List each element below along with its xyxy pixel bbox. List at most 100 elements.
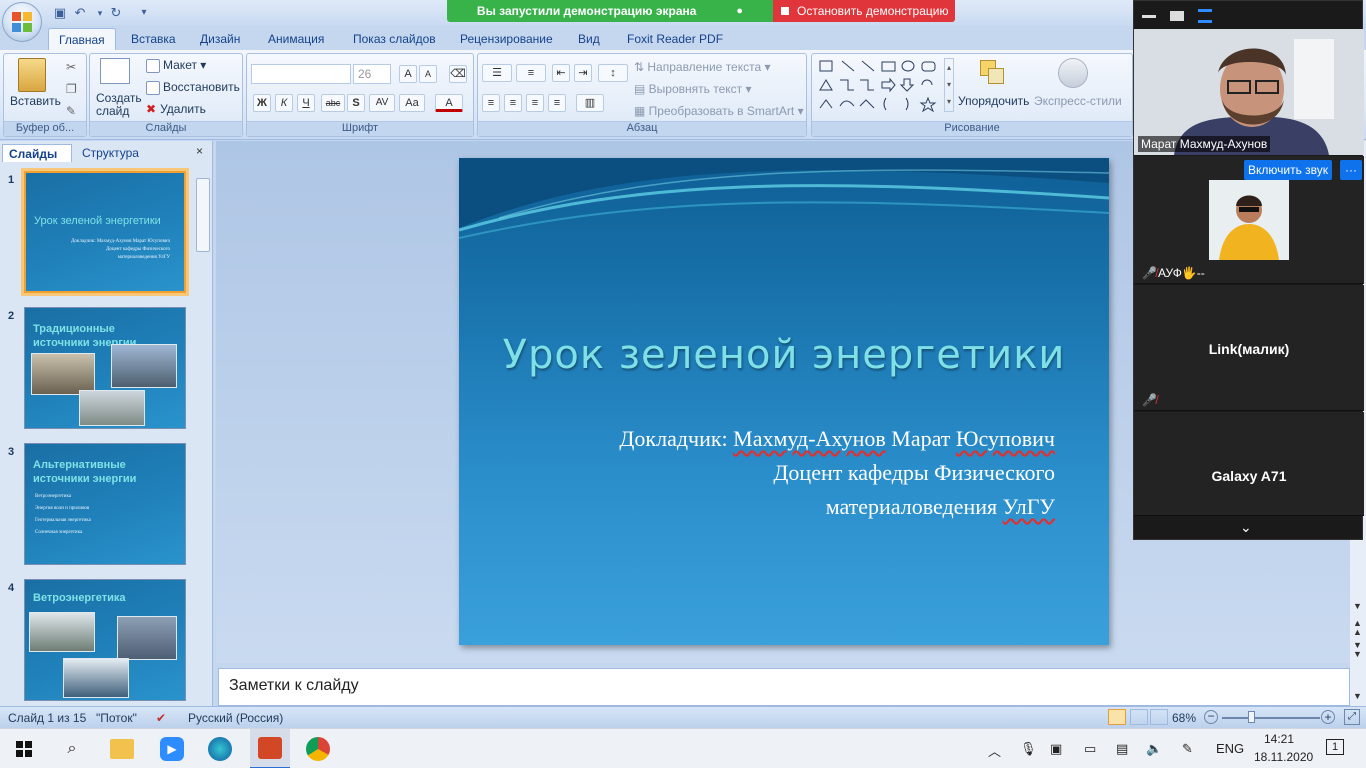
tab-view[interactable]: Вид: [568, 28, 610, 50]
network-icon[interactable]: ▤: [1116, 741, 1128, 757]
slide-notes[interactable]: Заметки к слайду: [218, 668, 1350, 706]
save-icon[interactable]: ▣: [52, 5, 68, 21]
windows-start-icon[interactable]: [12, 737, 36, 761]
slide-thumbnail-4[interactable]: Ветроэнергетика: [24, 579, 186, 701]
chevron-down-icon[interactable]: ⌄: [1240, 519, 1252, 536]
quick-styles-button[interactable]: Экспресс-стили: [1034, 94, 1122, 108]
battery-icon[interactable]: ▭: [1084, 741, 1096, 757]
decrease-indent-icon[interactable]: ⇤: [552, 64, 570, 82]
paste-icon[interactable]: [18, 58, 46, 92]
tab-review[interactable]: Рецензирование: [450, 28, 563, 50]
undo-dropdown-icon[interactable]: ▾: [92, 5, 108, 21]
font-size-box[interactable]: 26: [353, 64, 391, 84]
tab-animation[interactable]: Анимация: [258, 28, 334, 50]
scroll-down-icon[interactable]: ▼: [1353, 601, 1362, 611]
microphone-icon[interactable]: 🎙: [1020, 741, 1037, 757]
tab-design[interactable]: Дизайн: [190, 28, 250, 50]
align-text-button[interactable]: ▤ Выровнять текст ▾: [634, 82, 752, 96]
slideshow-view-icon[interactable]: [1150, 709, 1168, 725]
copy-icon[interactable]: ❐: [66, 82, 77, 96]
char-spacing-button[interactable]: AV: [369, 94, 395, 112]
slide-thumbnail-3[interactable]: Альтернативные источники энергии Ветроэн…: [24, 443, 186, 565]
zoom-slider-thumb[interactable]: [1248, 711, 1255, 723]
close-pane-icon[interactable]: ×: [196, 144, 208, 158]
shadow-button[interactable]: S: [347, 94, 365, 112]
shrink-font-icon[interactable]: A: [419, 65, 437, 83]
language-tray[interactable]: ENG: [1216, 741, 1244, 756]
more-options-button[interactable]: ···: [1340, 160, 1362, 180]
smartart-button[interactable]: ▦ Преобразовать в SmartArt ▾: [634, 104, 804, 118]
view-icon[interactable]: [1170, 11, 1184, 21]
unmute-button[interactable]: Включить звук: [1244, 160, 1333, 180]
slides-pane-scrollbar[interactable]: [196, 178, 210, 252]
normal-view-icon[interactable]: [1108, 709, 1126, 725]
font-color-button[interactable]: A: [435, 94, 463, 112]
italic-button[interactable]: К: [275, 94, 293, 112]
slide-subtitle-line3[interactable]: материаловедения УлГУ: [826, 494, 1055, 520]
language-indicator[interactable]: Русский (Россия): [188, 711, 283, 725]
zoom-level[interactable]: 68%: [1172, 711, 1196, 725]
clock-date[interactable]: 18.11.2020: [1254, 750, 1313, 764]
spellcheck-icon[interactable]: ✔: [156, 711, 166, 725]
shapes-scroll[interactable]: ▴ ▾ ▾: [944, 58, 954, 112]
tab-slides[interactable]: Слайды: [2, 144, 72, 162]
redo-icon[interactable]: ↻: [108, 5, 124, 21]
volume-icon[interactable]: 🔈: [1146, 741, 1162, 757]
main-slide[interactable]: Урок зеленой энергетики Докладчик: Махму…: [459, 158, 1109, 645]
sorter-view-icon[interactable]: [1130, 709, 1148, 725]
tab-slideshow[interactable]: Показ слайдов: [343, 28, 446, 50]
clock-time[interactable]: 14:21: [1264, 732, 1294, 746]
text-direction-button[interactable]: ⇅ Направление текста ▾: [634, 60, 771, 74]
slide-thumbnail-1[interactable]: Урок зеленой энергетики Докладчик: Махму…: [21, 168, 189, 296]
zoom-app-icon[interactable]: ▶: [160, 737, 184, 761]
zoom-in-icon[interactable]: +: [1321, 710, 1335, 724]
file-explorer-icon[interactable]: [110, 739, 134, 759]
zoom-slider[interactable]: [1222, 717, 1320, 719]
change-case-button[interactable]: Aa: [399, 94, 425, 112]
search-icon[interactable]: ⌕: [60, 737, 84, 761]
fit-window-icon[interactable]: ⤢: [1344, 709, 1360, 725]
reset-button[interactable]: Восстановить: [146, 80, 240, 95]
numbering-icon[interactable]: ≡: [516, 64, 546, 82]
increase-indent-icon[interactable]: ⇥: [574, 64, 592, 82]
grow-font-icon[interactable]: A: [399, 65, 417, 83]
tab-home[interactable]: Главная: [48, 28, 116, 50]
bold-button[interactable]: Ж: [253, 94, 271, 112]
slide-subtitle-line1[interactable]: Докладчик: Махмуд-Ахунов Марат Юсупович: [619, 426, 1055, 452]
stop-share-button[interactable]: Остановить демонстрацию: [773, 0, 955, 22]
edge-icon[interactable]: [208, 737, 232, 761]
arrange-button[interactable]: Упорядочить: [958, 94, 1029, 108]
slide-subtitle-line2[interactable]: Доцент кафедры Физического: [773, 460, 1055, 486]
new-slide-button[interactable]: Создать слайд: [96, 92, 142, 118]
shapes-gallery[interactable]: [818, 58, 944, 116]
bullets-icon[interactable]: ☰: [482, 64, 512, 82]
notifications-icon[interactable]: 1: [1326, 739, 1344, 755]
next-slide-icon[interactable]: ▼ ▼: [1353, 641, 1362, 659]
strikethrough-button[interactable]: abc: [321, 94, 345, 112]
office-button[interactable]: [2, 2, 42, 42]
underline-button[interactable]: Ч: [297, 94, 315, 112]
delete-slide-button[interactable]: ✖ Удалить: [146, 102, 206, 116]
zoom-out-icon[interactable]: −: [1204, 710, 1218, 724]
tray-expand-icon[interactable]: ︿: [988, 741, 1001, 760]
align-center-icon[interactable]: ≡: [504, 94, 522, 112]
pen-icon[interactable]: ✎: [1182, 741, 1193, 757]
meet-now-icon[interactable]: ▣: [1050, 741, 1062, 757]
tab-insert[interactable]: Вставка: [121, 28, 186, 50]
format-painter-icon[interactable]: ✎: [66, 104, 76, 118]
slide-title[interactable]: Урок зеленой энергетики: [459, 332, 1109, 378]
columns-icon[interactable]: ▥: [576, 94, 604, 112]
undo-icon[interactable]: ↶: [72, 5, 88, 21]
font-family-box[interactable]: [251, 64, 351, 84]
slide-thumbnail-2[interactable]: Традиционные источники энергии: [24, 307, 186, 429]
powerpoint-taskbar-item[interactable]: [250, 729, 290, 768]
minimize-icon[interactable]: [1142, 15, 1156, 18]
notes-scroll-icon[interactable]: ▼: [1353, 691, 1362, 701]
align-right-icon[interactable]: ≡: [526, 94, 544, 112]
tab-foxit[interactable]: Foxit Reader PDF: [617, 28, 733, 50]
tab-outline[interactable]: Структура: [74, 144, 154, 162]
gallery-icon[interactable]: [1198, 9, 1212, 23]
line-spacing-icon[interactable]: ↕: [598, 64, 628, 82]
chrome-icon[interactable]: [306, 737, 330, 761]
align-left-icon[interactable]: ≡: [482, 94, 500, 112]
